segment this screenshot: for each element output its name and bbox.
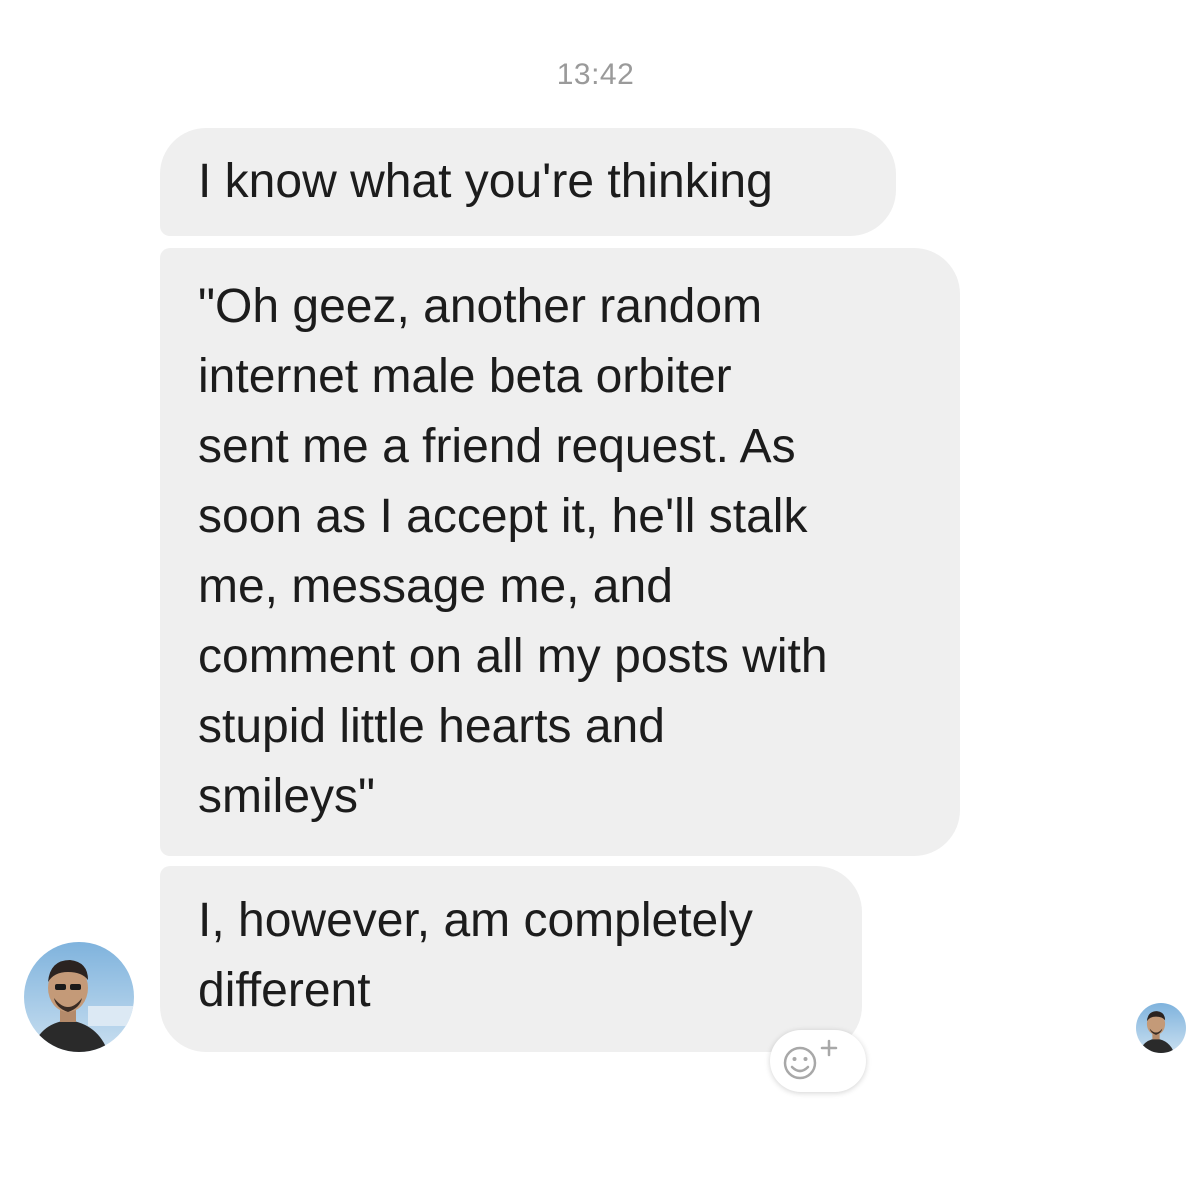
- read-receipt-avatar: [1136, 1003, 1186, 1053]
- smiley-add-icon: [783, 1039, 838, 1080]
- message-bubble[interactable]: I know what you're thinking: [160, 128, 896, 236]
- message-bubble[interactable]: I, however, am completely different: [160, 866, 862, 1052]
- sender-avatar[interactable]: [24, 942, 134, 1052]
- profile-photo-icon: [24, 942, 134, 1052]
- message-bubble[interactable]: "Oh geez, another random internet male b…: [160, 248, 960, 856]
- chat-thread: 13:42 I know what you're thinking "Oh ge…: [0, 0, 1191, 1201]
- message-timestamp: 13:42: [556, 58, 635, 91]
- add-reaction-button[interactable]: [770, 1030, 866, 1092]
- profile-photo-small-icon: [1136, 1003, 1186, 1053]
